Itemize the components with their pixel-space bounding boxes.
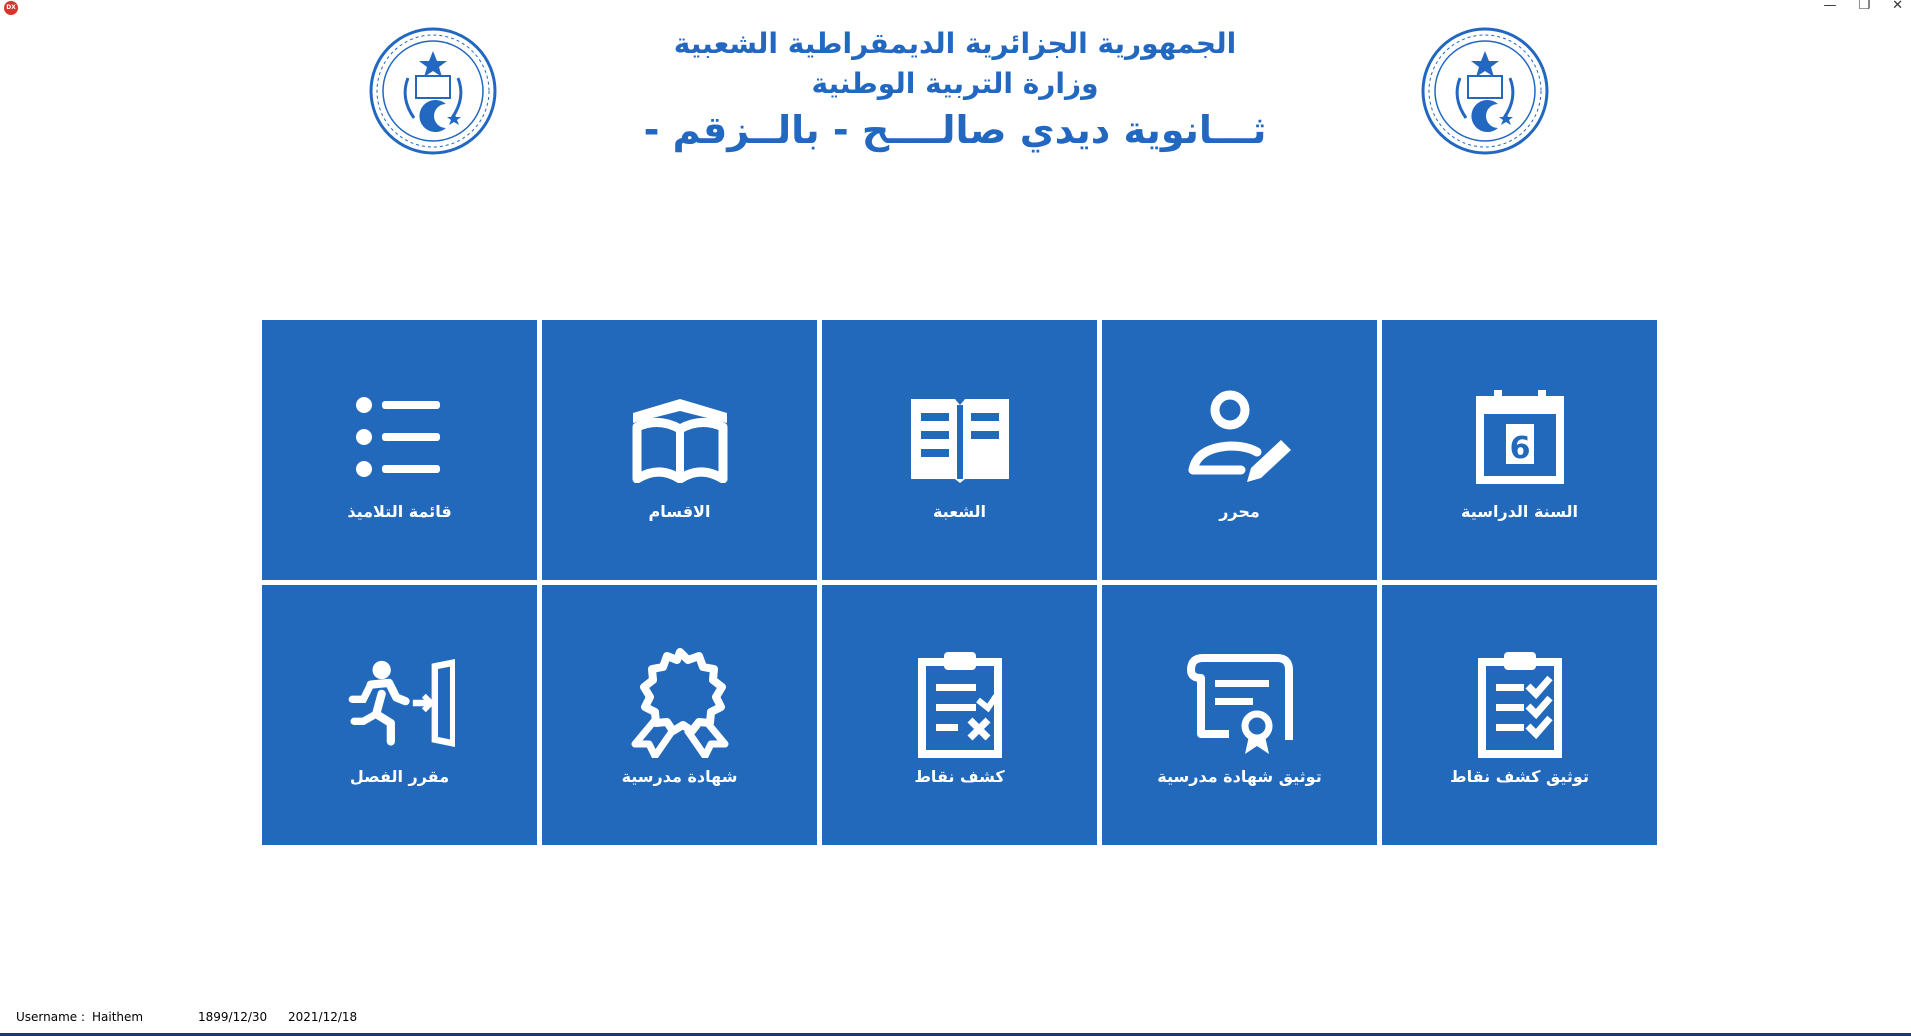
exit-run-icon: [345, 653, 455, 753]
tile-label: توثيق كشف نقاط: [1450, 767, 1589, 786]
clipboard-check-icon: [1465, 652, 1575, 758]
emblem-seal-icon: [369, 27, 497, 155]
book-pages-icon: [905, 388, 1015, 488]
certificate-icon: [1185, 653, 1295, 754]
award-ribbon-icon: [625, 648, 735, 758]
tile-school-certificate[interactable]: شهادة مدرسية: [542, 585, 817, 845]
header: الجمهورية الجزائرية الديمقراطية الشعبية …: [0, 0, 1911, 170]
tile-label: شهادة مدرسية: [621, 767, 738, 786]
list-icon: [345, 388, 455, 488]
title-block: الجمهورية الجزائرية الديمقراطية الشعبية …: [630, 24, 1280, 156]
ministry-title: وزارة التربية الوطنية: [811, 67, 1099, 100]
tile-student-list[interactable]: قائمة التلاميذ: [262, 320, 537, 580]
republic-title: الجمهورية الجزائرية الديمقراطية الشعبية: [673, 27, 1237, 60]
emblem-seal-icon: [1421, 27, 1549, 155]
date-field-1: 1899/12/30: [198, 1010, 268, 1024]
tile-semester-decision[interactable]: مقرر الفصل: [262, 585, 537, 845]
tile-label: الشعبة: [932, 502, 987, 521]
tile-label: مقرر الفصل: [349, 767, 450, 786]
calendar-icon: 6: [1465, 388, 1575, 488]
tile-branch[interactable]: الشعبة: [822, 320, 1097, 580]
clipboard-cross-icon: [905, 652, 1015, 758]
tile-label: قائمة التلاميذ: [347, 502, 452, 521]
school-title: ثـــانوية ديدي صالــــح - بالــزقم -: [643, 108, 1267, 152]
tile-sections[interactable]: الاقسام: [542, 320, 817, 580]
tile-label: محرر: [1219, 502, 1260, 521]
tile-certificate-authentication[interactable]: توثيق شهادة مدرسية: [1102, 585, 1377, 845]
tile-label: توثيق شهادة مدرسية: [1157, 767, 1322, 786]
tile-label: السنة الدراسية: [1461, 502, 1578, 521]
username-label: Username :: [16, 1010, 86, 1024]
status-bar: Username : Haithem 1899/12/30 2021/12/18: [0, 1010, 1911, 1030]
tile-label: كشف نقاط: [914, 767, 1005, 786]
date-field-2: 2021/12/18: [288, 1010, 358, 1024]
menu-grid: قائمة التلاميذ الاقسام الشعبة محرر 6 الس…: [262, 320, 1658, 845]
tile-grade-report[interactable]: كشف نقاط: [822, 585, 1097, 845]
main-window: DX — ❐ ✕ الجمهورية الجزائرية الديمقراطية…: [0, 0, 1911, 1036]
tile-grade-report-authentication[interactable]: توثيق كشف نقاط: [1382, 585, 1657, 845]
calendar-day-number: 6: [1509, 431, 1530, 466]
user-edit-icon: [1185, 388, 1295, 488]
username-value: Haithem: [92, 1010, 144, 1024]
tile-school-year[interactable]: 6 السنة الدراسية: [1382, 320, 1657, 580]
tile-label: الاقسام: [648, 502, 711, 521]
open-book-icon: [625, 388, 735, 488]
tile-editor[interactable]: محرر: [1102, 320, 1377, 580]
